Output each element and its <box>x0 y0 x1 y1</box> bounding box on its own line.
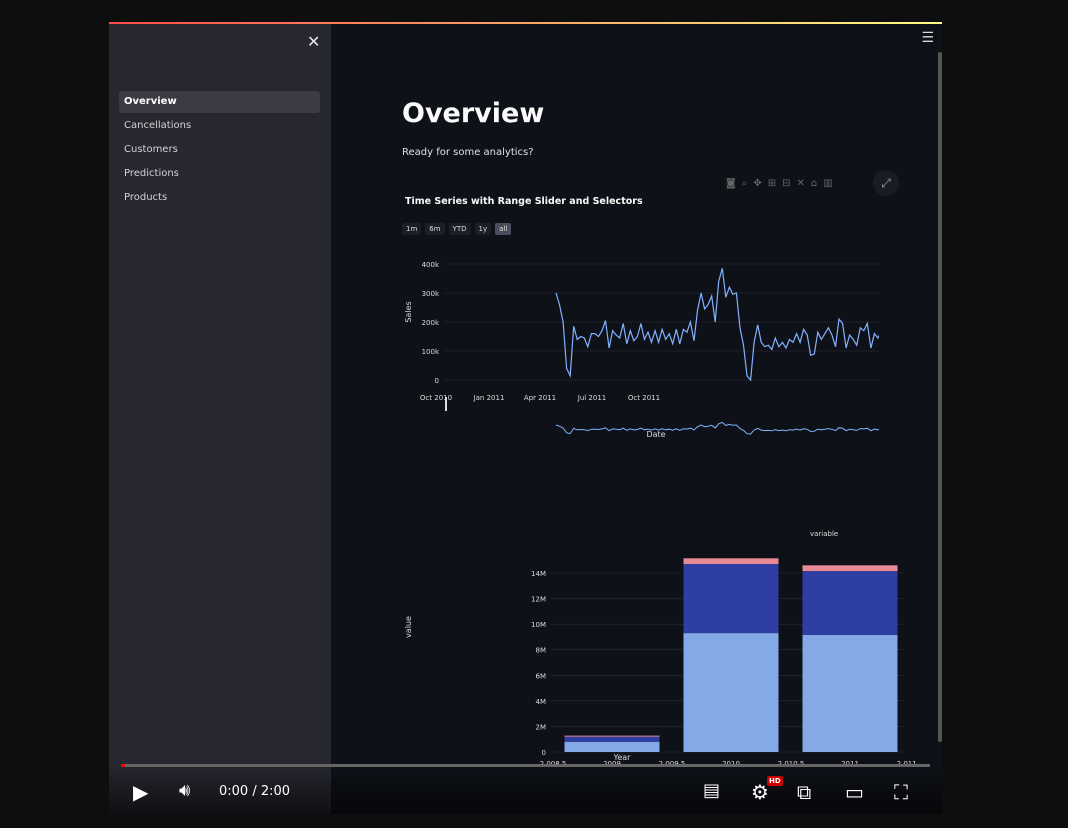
x-axis-label: Year <box>613 753 632 762</box>
sidebar-nav: Overview Cancellations Customers Predict… <box>119 91 320 211</box>
legend-title: variable <box>810 530 838 538</box>
range-slider[interactable] <box>555 421 879 435</box>
sales-series-line <box>555 268 879 382</box>
bar-segment <box>564 741 660 752</box>
sidebar-item-overview[interactable]: Overview <box>119 91 320 113</box>
video-progress-bar[interactable] <box>121 764 930 767</box>
zoom-icon[interactable]: ⌕ <box>742 178 748 189</box>
stacked-bar-chart[interactable]: 02M4M6M8M10M12M14M 2,008.520092,009.5201… <box>399 527 919 767</box>
time-series-chart[interactable]: 0100k200k300k400k Jan 2010Apr 2010Jul 20… <box>399 232 879 442</box>
x-tick-label: Jul 2011 <box>577 394 607 402</box>
x-axis-label: Date <box>646 430 665 439</box>
y-tick-label: 14M <box>531 570 546 578</box>
y-tick-label: 2M <box>536 723 547 731</box>
y-tick-label: 200k <box>422 319 440 327</box>
fullscreen-icon[interactable]: ⤢ <box>873 170 899 196</box>
zoom-out-icon[interactable]: ⊟ <box>782 178 790 189</box>
y-tick-label: 10M <box>531 621 546 629</box>
sidebar-item-cancellations[interactable]: Cancellations <box>119 115 320 137</box>
sidebar-item-products[interactable]: Products <box>119 187 320 209</box>
y-tick-label: 100k <box>422 348 440 356</box>
plot-modebar: ◙ ⌕ ✥ ⊞ ⊟ ✕ ⌂ ▥ <box>726 178 833 189</box>
bar-segment <box>564 735 660 737</box>
scrollbar[interactable] <box>938 52 942 742</box>
y-tick-label: 0 <box>542 749 546 757</box>
sidebar-item-customers[interactable]: Customers <box>119 139 320 161</box>
theater-mode-icon[interactable]: ▭ <box>845 780 864 804</box>
plotly-logo-icon[interactable]: ▥ <box>823 178 832 189</box>
bar-segment <box>564 736 660 742</box>
autoscale-icon[interactable]: ✕ <box>796 178 804 189</box>
y-tick-label: 400k <box>422 261 440 269</box>
close-icon[interactable]: ✕ <box>307 32 320 51</box>
video-controls: ▶ 🔊︎ 0:00 / 2:00 ▤ ⚙ HD ⧉ ▭ ⛶ <box>109 764 942 814</box>
sidebar: ✕ Overview Cancellations Customers Predi… <box>109 24 331 814</box>
sidebar-item-predictions[interactable]: Predictions <box>119 163 320 185</box>
home-icon[interactable]: ⌂ <box>811 178 817 189</box>
hd-badge: HD <box>767 776 783 786</box>
hamburger-icon[interactable]: ☰ <box>921 30 934 46</box>
miniplayer-icon[interactable]: ⧉ <box>797 780 811 804</box>
bar-segment <box>683 564 779 634</box>
zoom-in-icon[interactable]: ⊞ <box>768 178 776 189</box>
camera-icon[interactable]: ◙ <box>726 178 736 189</box>
play-icon[interactable]: ▶ <box>133 780 148 804</box>
y-tick-label: 6M <box>536 672 547 680</box>
bar-segment <box>802 635 898 752</box>
bar-segment <box>802 571 898 636</box>
volume-icon[interactable]: 🔊︎ <box>179 780 190 801</box>
fullscreen-video-icon[interactable]: ⛶ <box>894 780 908 804</box>
bar-segment <box>683 633 779 752</box>
y-tick-label: 0 <box>435 377 439 385</box>
y-axis-label: value <box>404 616 413 638</box>
y-tick-label: 8M <box>536 647 547 655</box>
chart-title: Time Series with Range Slider and Select… <box>405 196 643 207</box>
range-slider-handle[interactable] <box>445 397 447 411</box>
y-tick-label: 4M <box>536 698 547 706</box>
x-tick-label: Jan 2011 <box>473 394 505 402</box>
bar-segment <box>683 558 779 565</box>
bar-segment <box>802 565 898 572</box>
page-subtitle: Ready for some analytics? <box>402 147 534 158</box>
x-tick-label: Oct 2010 <box>420 394 452 402</box>
page-title: Overview <box>402 98 545 129</box>
progress-fill <box>121 764 125 767</box>
x-tick-label: Apr 2011 <box>524 394 556 402</box>
video-time: 0:00 / 2:00 <box>219 784 291 799</box>
y-axis-label: Sales <box>404 301 413 322</box>
subtitles-icon[interactable]: ▤ <box>703 780 720 801</box>
x-tick-label: Oct 2011 <box>628 394 660 402</box>
y-tick-label: 300k <box>422 290 440 298</box>
app-window: ✕ Overview Cancellations Customers Predi… <box>109 22 942 814</box>
pan-icon[interactable]: ✥ <box>753 178 761 189</box>
y-tick-label: 12M <box>531 596 546 604</box>
